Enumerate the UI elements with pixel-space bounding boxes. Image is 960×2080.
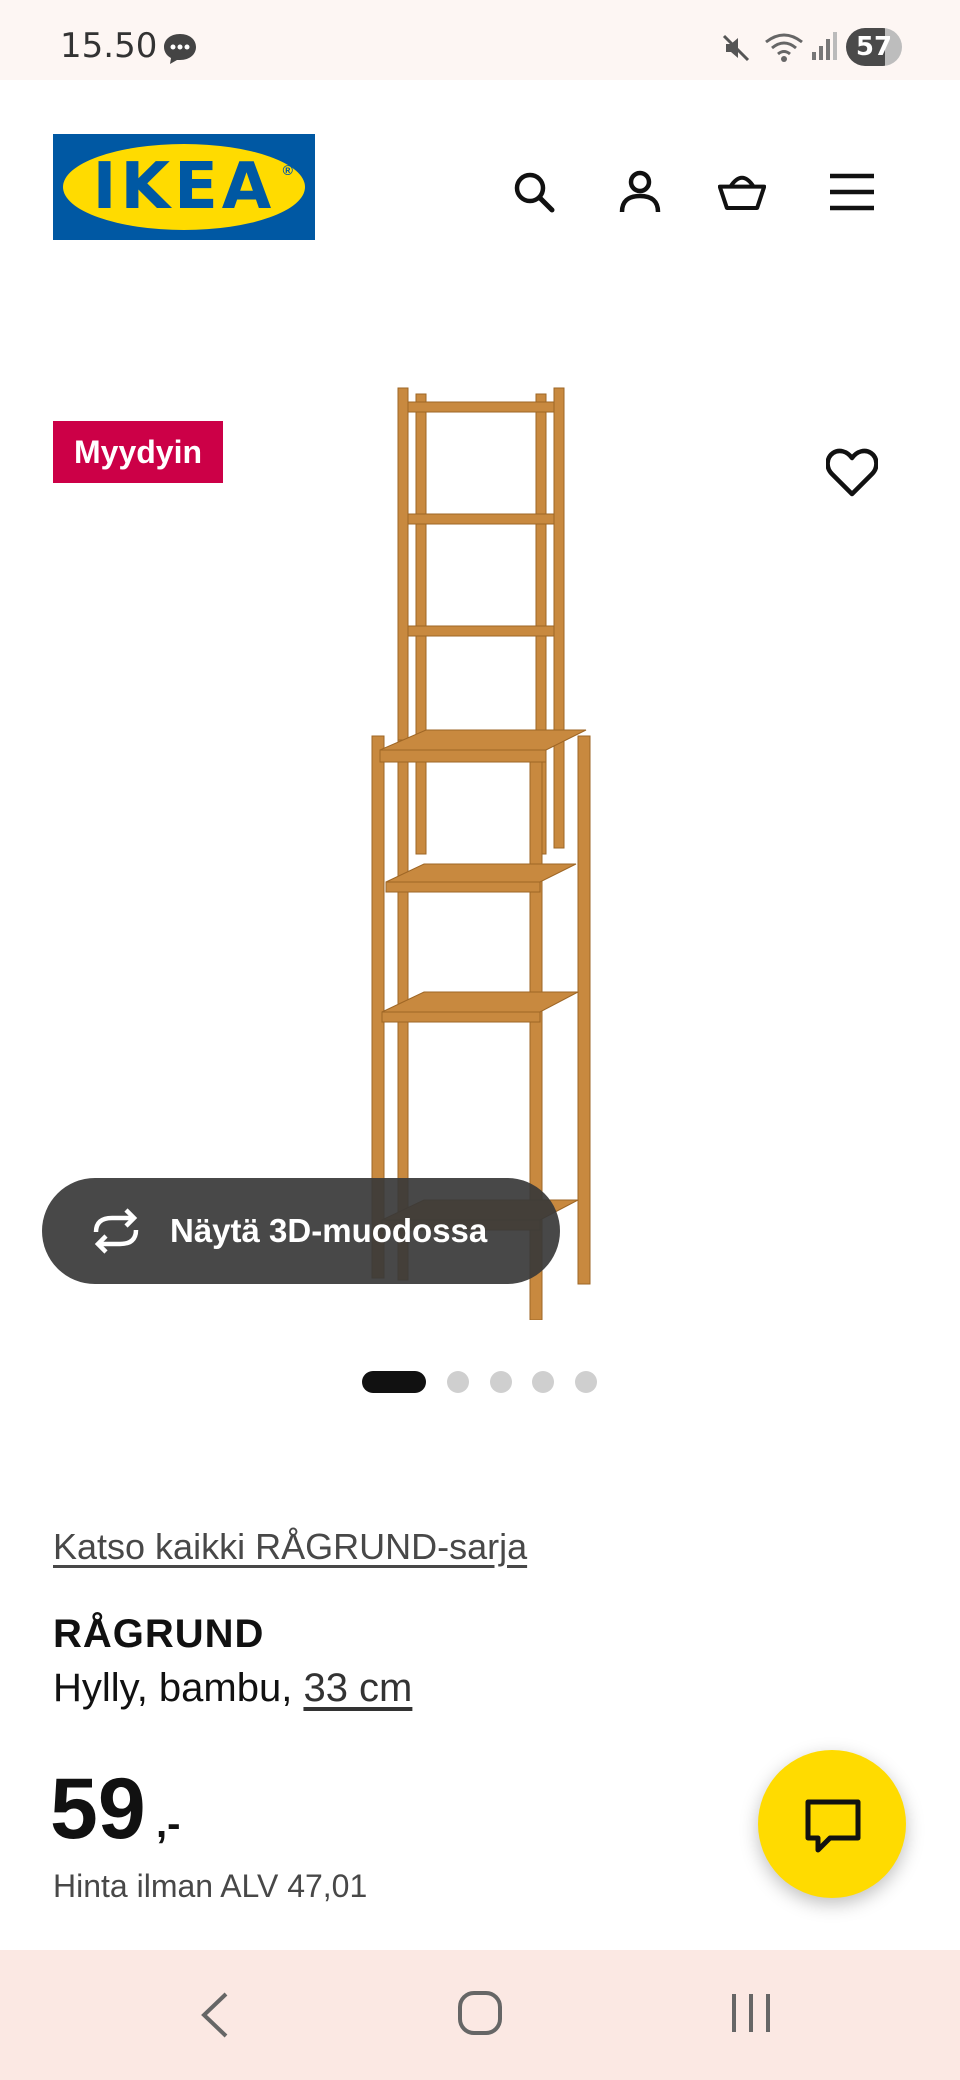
carousel-dot-2[interactable] — [447, 1371, 469, 1393]
logo-registered-mark: ® — [282, 162, 293, 178]
logo-text: IKEA — [92, 150, 276, 224]
status-bar: 15.50 57 — [0, 0, 960, 80]
menu-icon[interactable] — [828, 168, 876, 216]
product-description: Hylly, bambu, 33 cm — [53, 1666, 412, 1711]
ikea-logo[interactable]: IKEA ® — [53, 134, 315, 240]
view-3d-button[interactable]: Näytä 3D-muodossa — [42, 1178, 560, 1284]
signal-icon — [812, 32, 837, 60]
account-icon[interactable] — [616, 168, 664, 216]
cut-off-breadcrumb-text: ··· ·· ·· ·· ·· ·· ··· ·· ·· ··· — [50, 276, 910, 290]
system-navigation-bar — [0, 1950, 960, 2080]
carousel-dot-1[interactable] — [362, 1371, 426, 1393]
view-3d-label: Näytä 3D-muodossa — [170, 1212, 488, 1249]
chat-icon — [805, 1799, 861, 1853]
back-icon[interactable] — [196, 1990, 232, 2040]
battery-indicator: 57 — [846, 28, 902, 66]
bestseller-badge: Myydyin — [53, 421, 223, 483]
carousel-dot-3[interactable] — [490, 1371, 512, 1393]
series-link[interactable]: Katso kaikki RÅGRUND-sarja — [53, 1526, 527, 1568]
status-time: 15.50 — [60, 26, 158, 66]
product-name: RÅGRUND — [53, 1612, 265, 1656]
mute-icon — [722, 34, 750, 62]
price-suffix: ,- — [156, 1802, 181, 1846]
price-excl-vat: Hinta ilman ALV 47,01 — [53, 1868, 368, 1904]
image-carousel-indicator — [0, 1370, 960, 1393]
recent-apps-icon[interactable] — [728, 1988, 774, 2038]
chat-button[interactable] — [758, 1750, 906, 1898]
rotate-3d-icon — [93, 1208, 139, 1254]
product-description-text: Hylly, bambu, — [53, 1666, 304, 1710]
cut-off-text: ··· ·· ·· ·· ·· ·· ··· ·· ·· ··· — [50, 276, 910, 288]
home-icon[interactable] — [456, 1988, 504, 2038]
site-header: IKEA ® — [0, 80, 960, 300]
search-icon[interactable] — [510, 168, 558, 216]
carousel-dot-5[interactable] — [575, 1371, 597, 1393]
cart-icon[interactable] — [718, 168, 766, 216]
wifi-icon — [765, 33, 803, 62]
carousel-dot-4[interactable] — [532, 1371, 554, 1393]
heart-icon[interactable] — [826, 448, 878, 498]
chat-bubble-icon — [164, 34, 196, 64]
price-integer: 59 — [50, 1761, 146, 1857]
size-link[interactable]: 33 cm — [303, 1666, 412, 1710]
